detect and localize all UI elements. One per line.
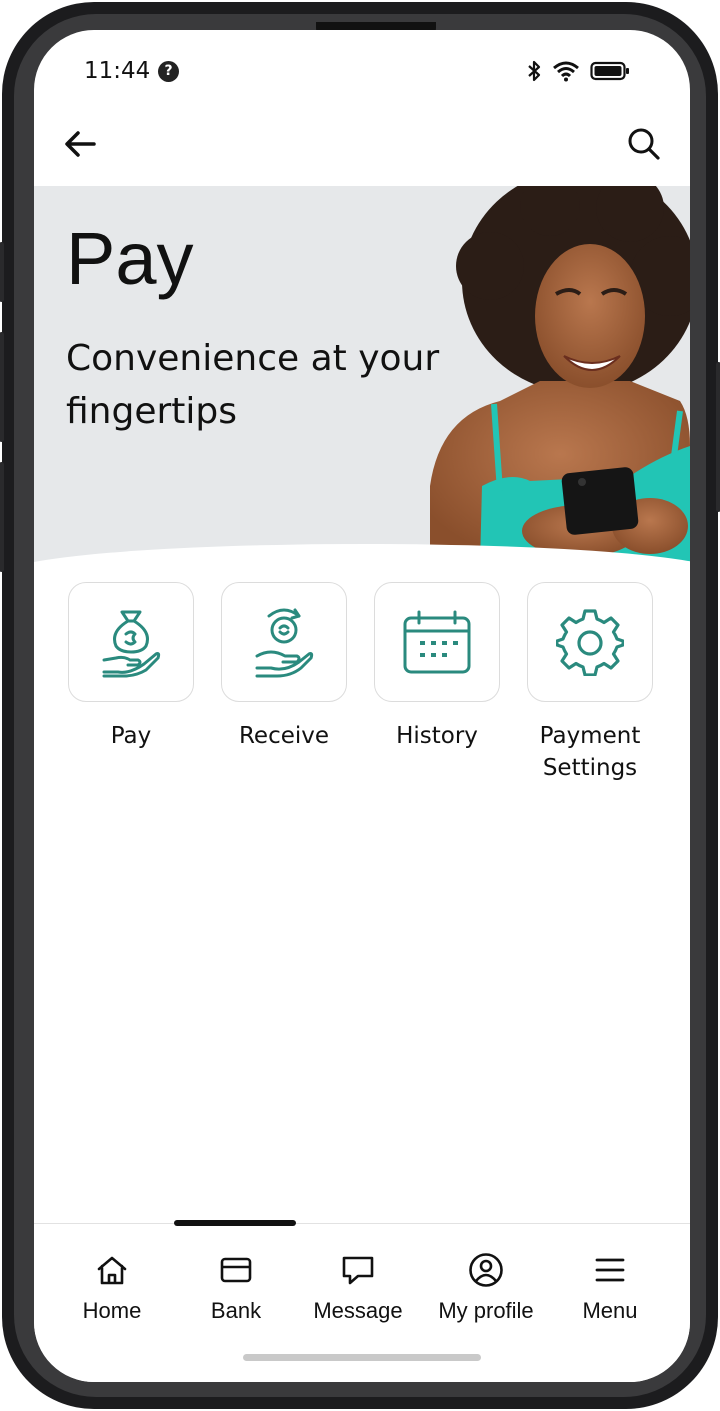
history-tile[interactable] bbox=[374, 582, 500, 702]
search-icon bbox=[628, 128, 660, 160]
payment-settings-tile[interactable] bbox=[527, 582, 653, 702]
payment-settings-label: Payment Settings bbox=[539, 723, 641, 781]
app-screen: 11:44 ? Pay Convenience at your fingerti… bbox=[34, 30, 690, 1382]
receive-action[interactable]: Receive bbox=[221, 582, 347, 752]
active-tab-indicator bbox=[174, 1220, 296, 1226]
history-label: History bbox=[396, 723, 478, 749]
page-title: Pay bbox=[66, 217, 194, 300]
home-icon bbox=[97, 1256, 127, 1285]
history-action[interactable]: History bbox=[374, 582, 500, 752]
tab-home-label: Home bbox=[82, 1298, 142, 1323]
hand-money-bag-icon bbox=[102, 610, 161, 678]
back-arrow-icon bbox=[65, 131, 96, 157]
hamburger-menu-icon bbox=[595, 1258, 625, 1282]
status-bar: 11:44 ? bbox=[34, 30, 690, 114]
tab-menu[interactable]: Menu bbox=[546, 1250, 674, 1324]
woman-with-phone-photo bbox=[430, 186, 690, 564]
calendar-icon bbox=[403, 610, 471, 674]
tab-bank[interactable]: Bank bbox=[172, 1250, 300, 1324]
search-button[interactable] bbox=[622, 122, 666, 166]
gear-icon bbox=[556, 609, 624, 676]
quick-actions: Pay Receive History Payment Settings bbox=[68, 582, 658, 782]
hand-receive-money-icon bbox=[255, 608, 314, 678]
bluetooth-icon bbox=[528, 60, 541, 82]
bottom-tab-bar: Home Bank Message My profile Menu bbox=[34, 1220, 690, 1382]
top-navigation bbox=[34, 114, 690, 186]
chat-icon bbox=[342, 1256, 374, 1285]
status-time: 11:44 bbox=[84, 58, 151, 84]
receive-tile[interactable] bbox=[221, 582, 347, 702]
tab-message-label: Message bbox=[313, 1298, 403, 1323]
hero-banner: Pay Convenience at your fingertips bbox=[34, 186, 690, 564]
profile-icon bbox=[469, 1253, 503, 1287]
status-icons bbox=[526, 60, 630, 82]
pay-action[interactable]: Pay bbox=[68, 582, 194, 752]
battery-icon bbox=[590, 61, 629, 81]
tab-home[interactable]: Home bbox=[48, 1250, 176, 1324]
back-button[interactable] bbox=[58, 122, 102, 166]
tab-menu-label: Menu bbox=[582, 1298, 638, 1323]
payment-settings-action[interactable]: Payment Settings bbox=[527, 582, 653, 784]
help-icon: ? bbox=[158, 61, 179, 82]
hero-subtitle: Convenience at your fingertips bbox=[66, 338, 440, 432]
pay-label: Pay bbox=[110, 723, 152, 749]
tab-message[interactable]: Message bbox=[294, 1250, 422, 1324]
tab-my-profile-label: My profile bbox=[438, 1298, 534, 1323]
receive-label: Receive bbox=[238, 723, 330, 749]
pay-tile[interactable] bbox=[68, 582, 194, 702]
home-indicator[interactable] bbox=[243, 1354, 481, 1361]
card-icon bbox=[220, 1257, 252, 1283]
tab-my-profile[interactable]: My profile bbox=[422, 1250, 550, 1324]
wifi-icon bbox=[553, 61, 579, 82]
tab-bank-label: Bank bbox=[210, 1298, 262, 1323]
